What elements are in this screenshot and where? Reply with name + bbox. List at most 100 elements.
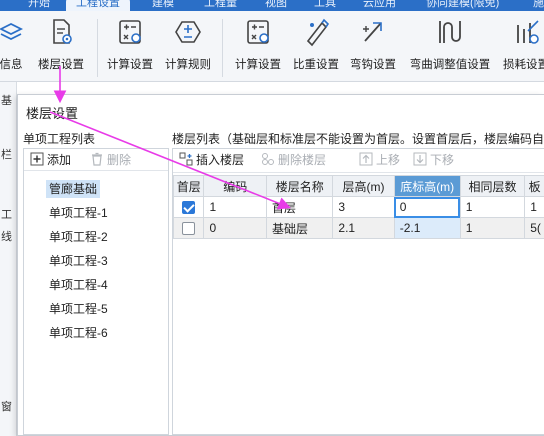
menu-tab-tools[interactable]: 工具 — [314, 0, 336, 11]
insert-floor-icon — [179, 152, 193, 166]
move-up-button[interactable]: 上移 — [359, 152, 400, 168]
ribbon-info-button[interactable]: 信息 — [0, 17, 28, 77]
slab-cell[interactable]: 5( — [524, 217, 544, 239]
bottom-elevation-cell[interactable]: -2.1 — [393, 217, 461, 239]
project-list-item[interactable]: 单项工程-5 — [24, 297, 168, 321]
project-list-item[interactable]: 管廊基础 — [24, 177, 168, 201]
slab-cell[interactable]: 1 — [524, 196, 544, 218]
floor-table: 首层 编码 楼层名称 层高(m) 底标高(m) 相同层数 板 1 首层 3 0 … — [173, 175, 544, 239]
menu-tab-start[interactable]: 开始 — [28, 0, 50, 11]
first-floor-cell[interactable] — [173, 196, 205, 218]
first-floor-cell[interactable] — [173, 217, 205, 239]
project-list-item[interactable]: 单项工程-4 — [24, 273, 168, 297]
arrow-down-icon — [413, 152, 427, 166]
add-project-button[interactable]: 添加 — [30, 152, 71, 168]
menu-tab-quantity[interactable]: 工程量 — [204, 0, 237, 11]
menu-tab-cloud[interactable]: 云应用 — [363, 0, 396, 11]
trash-icon — [92, 152, 102, 166]
ribbon-info-label: 信息 — [0, 59, 23, 71]
ribbon-floor-settings-label: 楼层设置 — [38, 59, 84, 71]
move-down-button[interactable]: 下移 — [413, 152, 454, 168]
menu-tab-construction[interactable]: 施 — [533, 0, 544, 11]
floor-settings-dialog: 楼层设置 单项工程列表 添加 删除 管廊基础 单项工程-1 单项工程-2 单项工… — [17, 94, 544, 436]
ribbon-toolbar: 信息 楼层设置 计算设置 计算规则 计算设置 比重设置 弯钩设置 弯曲调整值设置… — [0, 11, 544, 82]
left-background-panel: 基 栏 工 线 窗 — [0, 82, 17, 436]
insert-floor-label: 插入楼层 — [196, 153, 245, 167]
project-list-toolbar: 添加 删除 — [24, 149, 168, 171]
menu-tab-view[interactable]: 视图 — [265, 0, 287, 11]
project-list-item[interactable]: 单项工程-2 — [24, 225, 168, 249]
code-cell[interactable]: 1 — [203, 196, 268, 218]
move-down-label: 下移 — [430, 153, 455, 167]
ribbon-loss-settings-label: 损耗设置 — [503, 59, 544, 71]
floor-list-box: 插入楼层 删除楼层 上移 下移 首层 编码 楼层名称 层高(m) 底标高(m) … — [172, 148, 544, 435]
calc-settings-icon — [247, 20, 269, 44]
ribbon-rebar-calc-settings-button[interactable]: 计算设置 — [232, 17, 284, 77]
density-settings-icon — [306, 18, 330, 47]
project-list: 管廊基础 单项工程-1 单项工程-2 单项工程-3 单项工程-4 单项工程-5 … — [24, 177, 168, 345]
ribbon-calc-settings-button[interactable]: 计算设置 — [104, 17, 156, 77]
floor-height-cell[interactable]: 3 — [332, 196, 395, 218]
column-header-first-floor[interactable]: 首层 — [173, 175, 205, 197]
menu-tab-project-settings[interactable]: 工程设置 — [66, 0, 130, 11]
ribbon-floor-settings-button[interactable]: 楼层设置 — [35, 17, 87, 77]
table-row[interactable]: 1 首层 3 0 1 1 — [173, 196, 544, 218]
floor-name-cell[interactable]: 首层 — [266, 196, 334, 218]
first-floor-checkbox[interactable] — [182, 201, 196, 215]
insert-floor-button[interactable]: 插入楼层 — [179, 152, 244, 168]
column-header-slab[interactable]: 板 — [524, 175, 544, 197]
ribbon-density-settings-button[interactable]: 比重设置 — [290, 17, 342, 77]
left-strip-text: 线 — [1, 231, 12, 243]
project-list-item[interactable]: 单项工程-6 — [24, 321, 168, 345]
first-floor-checkbox[interactable] — [182, 222, 196, 236]
ribbon-loss-settings-button[interactable]: 损耗设置 — [498, 17, 544, 77]
floor-height-cell[interactable]: 2.1 — [332, 217, 395, 239]
project-item-label: 单项工程-6 — [49, 326, 108, 340]
floor-list-pane: 楼层列表（基础层和标准层不能设置为首层。设置首层后，楼层编码自 插入楼层 删除楼… — [172, 131, 544, 435]
bottom-elevation-cell[interactable]: 0 — [393, 196, 461, 218]
project-list-pane: 单项工程列表 添加 删除 管廊基础 单项工程-1 单项工程-2 单项工程-3 单… — [23, 131, 169, 435]
delete-floor-label: 删除楼层 — [278, 153, 327, 167]
loss-settings-icon — [517, 20, 539, 44]
column-header-bottom-elevation[interactable]: 底标高(m) — [393, 175, 461, 197]
bend-adjust-icon — [439, 21, 461, 43]
hook-settings-icon — [363, 22, 382, 42]
code-cell[interactable]: 0 — [203, 217, 268, 239]
menu-tab-modeling[interactable]: 建模 — [152, 0, 174, 11]
column-header-floor-height[interactable]: 层高(m) — [332, 175, 395, 197]
left-strip-text: 工 — [1, 209, 12, 221]
add-icon — [30, 152, 44, 166]
floor-name-cell[interactable]: 基础层 — [266, 217, 334, 239]
ribbon-rebar-calc-settings-label: 计算设置 — [235, 59, 281, 71]
column-header-code[interactable]: 编码 — [203, 175, 268, 197]
project-list-item[interactable]: 单项工程-1 — [24, 201, 168, 225]
column-header-same-floors[interactable]: 相同层数 — [459, 175, 526, 197]
ribbon-hook-settings-button[interactable]: 弯钩设置 — [346, 17, 400, 77]
project-list-item[interactable]: 单项工程-3 — [24, 249, 168, 273]
ribbon-density-settings-label: 比重设置 — [293, 59, 339, 71]
table-row[interactable]: 0 基础层 2.1 -2.1 1 5( — [173, 217, 544, 239]
same-floors-cell[interactable]: 1 — [459, 196, 526, 218]
floor-settings-icon — [53, 19, 72, 44]
delete-floor-button[interactable]: 删除楼层 — [261, 152, 326, 168]
ribbon-bend-adjust-label: 弯曲调整值设置 — [409, 59, 491, 71]
column-header-floor-name[interactable]: 楼层名称 — [266, 175, 334, 197]
ribbon-separator — [97, 19, 98, 77]
project-item-label: 单项工程-4 — [49, 278, 108, 292]
menu-tab-collab[interactable]: 协同建模(限免) — [426, 0, 499, 11]
calc-rules-icon — [175, 21, 201, 43]
left-strip-text: 窗 — [1, 401, 12, 413]
same-floors-cell[interactable]: 1 — [459, 217, 526, 239]
arrow-up-icon — [359, 152, 373, 166]
calc-settings-icon — [119, 20, 141, 44]
delete-project-button[interactable]: 删除 — [90, 152, 131, 168]
ribbon-bend-adjust-button[interactable]: 弯曲调整值设置 — [406, 17, 494, 77]
ribbon-calc-rules-label: 计算规则 — [165, 59, 211, 71]
left-strip-text: 栏 — [1, 149, 12, 161]
project-item-label: 单项工程-2 — [49, 230, 108, 244]
move-up-label: 上移 — [376, 153, 401, 167]
dialog-title: 楼层设置 — [26, 106, 79, 121]
info-layers-icon — [0, 22, 24, 41]
project-item-label: 单项工程-1 — [49, 206, 108, 220]
ribbon-calc-rules-button[interactable]: 计算规则 — [162, 17, 214, 77]
